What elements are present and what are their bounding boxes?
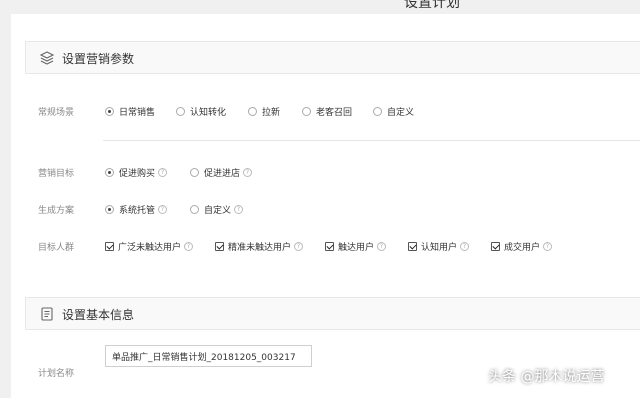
checkbox-checked[interactable] <box>215 242 224 251</box>
radio[interactable] <box>176 107 185 116</box>
scene-option-daily-sales[interactable]: 日常销售 <box>105 105 155 118</box>
marketing-section-title: 设置营销参数 <box>62 52 135 66</box>
goal-label: 营销目标 <box>38 169 75 179</box>
audience-label: 目标人群 <box>38 243 75 253</box>
help-icon[interactable]: ? <box>543 242 553 251</box>
plan-name-label: 计划名称 <box>38 369 75 379</box>
radio[interactable] <box>302 107 311 116</box>
radio-selected[interactable] <box>105 107 114 116</box>
layers-icon <box>40 51 54 65</box>
goal-option-purchase[interactable]: 促进购买 ? <box>105 166 168 179</box>
checkbox-checked[interactable] <box>105 242 114 251</box>
scene-label: 常规场景 <box>38 108 75 118</box>
help-icon[interactable]: ? <box>234 205 244 214</box>
checkbox-checked[interactable] <box>408 242 417 251</box>
plan-option-system-managed[interactable]: 系统托管 ? <box>105 203 168 216</box>
scene-option-acquisition[interactable]: 拉新 <box>248 105 280 118</box>
radio-selected[interactable] <box>105 205 114 214</box>
radio[interactable] <box>190 205 199 214</box>
help-icon[interactable]: ? <box>243 168 253 177</box>
plan-label: 生成方案 <box>38 206 75 216</box>
scene-option-awareness[interactable]: 认知转化 <box>176 105 226 118</box>
audience-option-precise-unreached[interactable]: 精准未触达用户 ? <box>215 240 304 253</box>
audience-option-reached[interactable]: 触达用户 ? <box>325 240 387 253</box>
help-icon[interactable]: ? <box>460 242 470 251</box>
watermark: 头条 @那木说运营 <box>488 369 605 385</box>
scene-option-recall[interactable]: 老客召回 <box>302 105 352 118</box>
audience-option-aware[interactable]: 认知用户 ? <box>408 240 470 253</box>
radio[interactable] <box>248 107 257 116</box>
help-icon[interactable]: ? <box>158 205 168 214</box>
plan-option-custom[interactable]: 自定义 ? <box>190 203 244 216</box>
page-title: 设置计划 <box>404 0 460 11</box>
radio[interactable] <box>190 168 199 177</box>
plan-name-input[interactable] <box>105 345 312 367</box>
settings-card: 设置营销参数 常规场景 日常销售 认知转化 拉新 老客召回 自定义 营销目标 促… <box>11 14 640 398</box>
divider <box>103 140 640 141</box>
audience-option-broad-unreached[interactable]: 广泛未触达用户 ? <box>105 240 194 253</box>
radio-selected[interactable] <box>105 168 114 177</box>
help-icon[interactable]: ? <box>158 168 168 177</box>
checkbox-checked[interactable] <box>491 242 500 251</box>
basic-section-title: 设置基本信息 <box>62 308 135 322</box>
help-icon[interactable]: ? <box>294 242 304 251</box>
scene-option-custom[interactable]: 自定义 <box>373 105 414 118</box>
audience-option-converted[interactable]: 成交用户 ? <box>491 240 553 253</box>
document-icon <box>41 307 53 321</box>
goal-option-store-visit[interactable]: 促进进店 ? <box>190 166 253 179</box>
checkbox-checked[interactable] <box>325 242 334 251</box>
basic-section-header: 设置基本信息 <box>25 297 640 330</box>
help-icon[interactable]: ? <box>184 242 194 251</box>
radio[interactable] <box>373 107 382 116</box>
help-icon[interactable]: ? <box>377 242 387 251</box>
marketing-section-header: 设置营销参数 <box>25 41 640 74</box>
